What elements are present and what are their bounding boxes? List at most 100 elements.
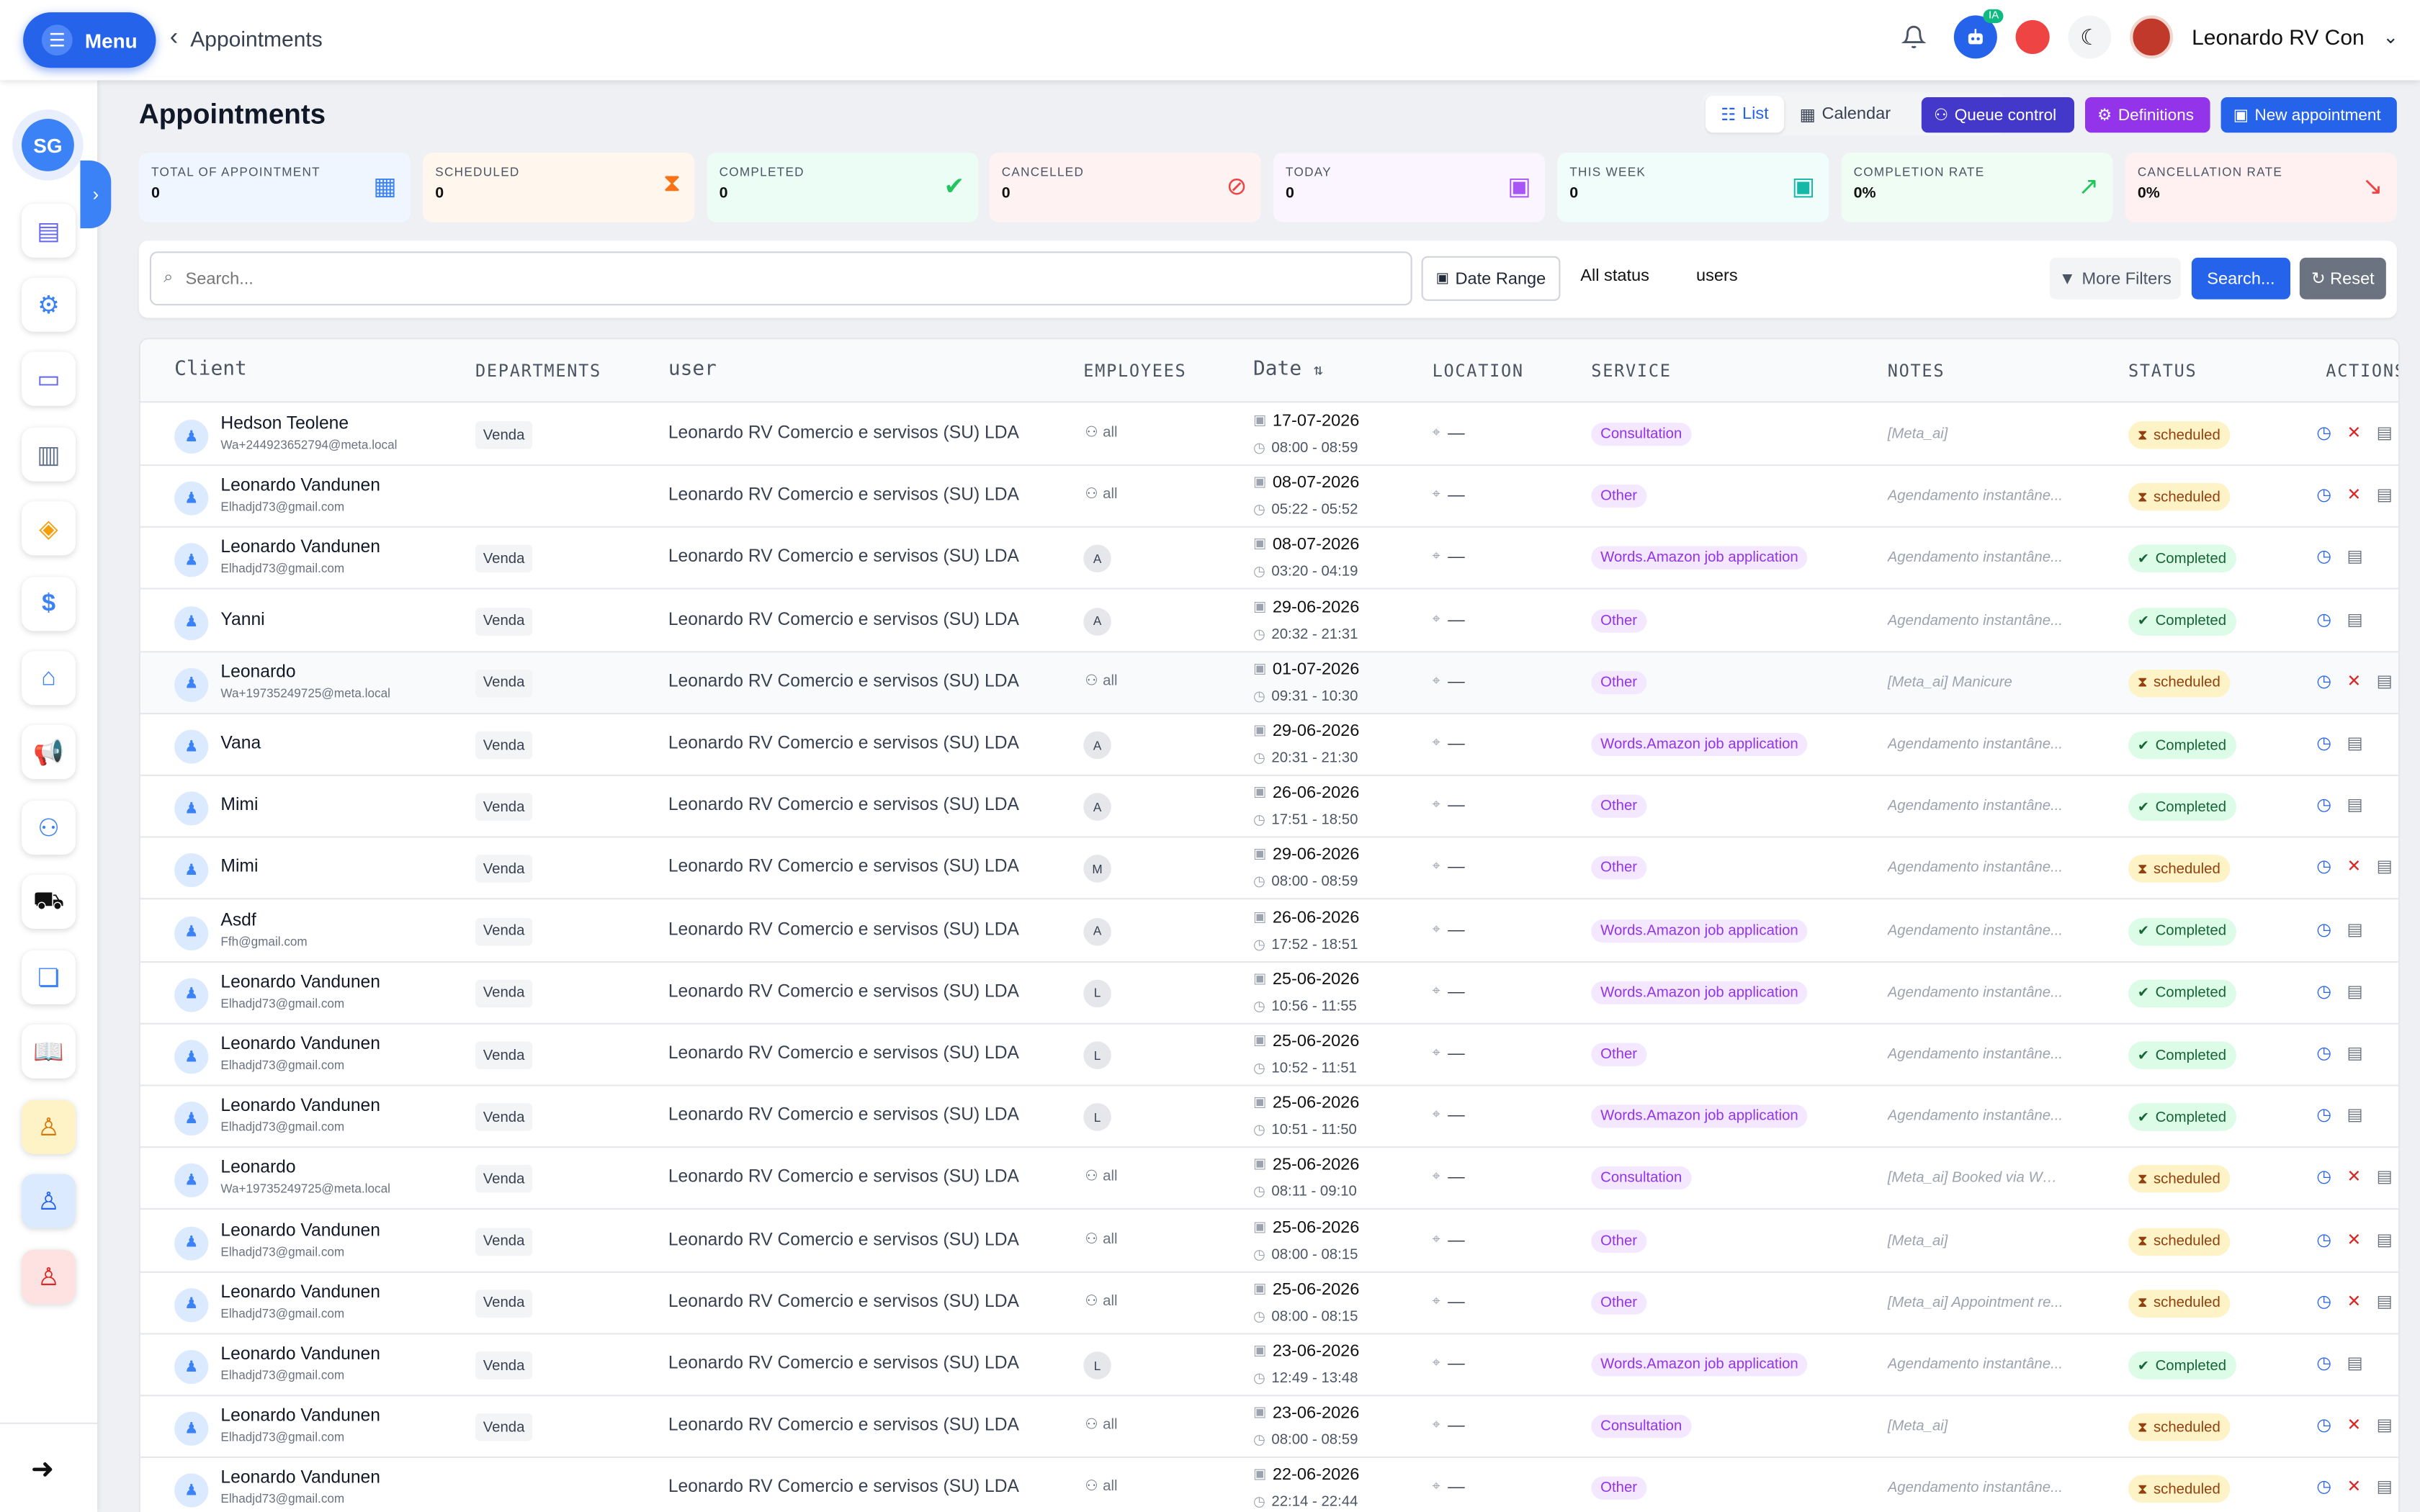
view-icon[interactable]: ◷	[2316, 1353, 2331, 1373]
view-icon[interactable]: ◷	[2316, 857, 2331, 877]
tab-calendar[interactable]: ▦ Calendar	[1784, 96, 1906, 132]
logout-icon[interactable]: ➜	[31, 1454, 54, 1486]
sort-icon[interactable]: ⇅	[1314, 363, 1323, 380]
employee-avatar[interactable]: L	[1083, 979, 1111, 1007]
table-row[interactable]: ♟ Leonardo Wa+19735249725@meta.local Venda L…	[140, 1148, 2398, 1210]
package-icon[interactable]: ◈	[22, 501, 76, 556]
col-status[interactable]: STATUS	[2128, 361, 2197, 381]
client-name[interactable]: Leonardo Vandunen	[220, 477, 380, 496]
document-icon[interactable]: ▤	[2377, 1229, 2393, 1249]
status-select[interactable]: All status	[1580, 267, 1649, 286]
cancel-icon[interactable]: ✕	[2347, 1291, 2361, 1311]
document-icon[interactable]: ▤	[2347, 919, 2362, 939]
client-name[interactable]: Leonardo	[220, 1159, 295, 1178]
employee-avatar[interactable]: A	[1083, 793, 1111, 822]
client-name[interactable]: Mimi	[220, 796, 258, 815]
reset-button[interactable]: ↻ Reset	[2299, 257, 2386, 300]
view-icon[interactable]: ◷	[2316, 671, 2331, 691]
table-row[interactable]: ♟ Hedson Teolene Wa+244923652794@meta.loca…	[140, 404, 2398, 467]
view-icon[interactable]: ◷	[2316, 919, 2331, 939]
view-icon[interactable]: ◷	[2316, 546, 2331, 567]
view-icon[interactable]: ◷	[2316, 1477, 2331, 1498]
document-icon[interactable]: ▤	[2377, 1477, 2393, 1498]
document-icon[interactable]: ▤	[2347, 795, 2362, 815]
ai-bot-icon[interactable]: IA	[1954, 9, 2004, 59]
client-name[interactable]: Leonardo Vandunen	[220, 1035, 380, 1054]
cancel-icon[interactable]: ✕	[2347, 485, 2361, 505]
sidebar-collapse-button[interactable]: ›	[80, 160, 112, 229]
document-icon[interactable]: ▤	[2347, 546, 2362, 567]
table-row[interactable]: ♟ Leonardo Vandunen Elhadjd73@gmail.com Leo…	[140, 1459, 2398, 1512]
document-icon[interactable]: ▤	[2347, 609, 2362, 629]
user-settings-icon[interactable]: ♙	[22, 1174, 76, 1228]
col-user[interactable]: user	[668, 358, 717, 381]
view-icon[interactable]: ◷	[2316, 485, 2331, 505]
truck-icon[interactable]: ⛟	[22, 875, 76, 929]
table-row[interactable]: ♟ Vana Venda Leonardo RV Comercio e serviso…	[140, 714, 2398, 776]
client-name[interactable]: Leonardo Vandunen	[220, 1221, 380, 1240]
cancel-icon[interactable]: ✕	[2347, 857, 2361, 877]
table-row[interactable]: ♟ Leonardo Vandunen Elhadjd73@gmail.com Ven…	[140, 1210, 2398, 1272]
client-name[interactable]: Yanni	[220, 611, 264, 629]
cancel-icon[interactable]: ✕	[2347, 1229, 2361, 1249]
cancel-icon[interactable]: ✕	[2347, 1477, 2361, 1498]
library-icon[interactable]: ▥	[22, 427, 76, 482]
employee-avatar[interactable]: M	[1083, 855, 1111, 883]
view-icon[interactable]: ◷	[2316, 423, 2331, 443]
table-row[interactable]: ♟ Leonardo Vandunen Elhadjd73@gmail.com Ven…	[140, 1086, 2398, 1148]
client-name[interactable]: Leonardo Vandunen	[220, 1283, 380, 1302]
table-row[interactable]: ♟ Asdf Ffh@gmail.com Venda Leonardo RV Comer…	[140, 901, 2398, 963]
client-name[interactable]: Leonardo Vandunen	[220, 1408, 380, 1426]
client-name[interactable]: Leonardo Vandunen	[220, 539, 380, 558]
user-name[interactable]: Leonardo RV Con	[2192, 24, 2365, 49]
window-icon[interactable]: ▭	[22, 351, 76, 406]
col-location[interactable]: LOCATION	[1433, 361, 1524, 381]
table-row[interactable]: ♟ Leonardo Vandunen Elhadjd73@gmail.com Ven…	[140, 963, 2398, 1025]
record-icon[interactable]	[2015, 19, 2050, 55]
employee-avatar[interactable]: A	[1083, 917, 1111, 945]
table-row[interactable]: ♟ Leonardo Vandunen Elhadjd73@gmail.com Ven…	[140, 1335, 2398, 1397]
document-icon[interactable]: ▤	[2377, 1291, 2393, 1311]
document-icon[interactable]: ▤	[2377, 671, 2393, 691]
employee-avatar[interactable]: L	[1083, 1351, 1111, 1380]
table-row[interactable]: ♟ Leonardo Vandunen Elhadjd73@gmail.com Ven…	[140, 1397, 2398, 1459]
view-icon[interactable]: ◷	[2316, 1229, 2331, 1249]
document-icon[interactable]: ▤	[2377, 485, 2393, 505]
cancel-icon[interactable]: ✕	[2347, 1167, 2361, 1187]
view-icon[interactable]: ◷	[2316, 1043, 2331, 1063]
employee-avatar[interactable]: A	[1083, 545, 1111, 573]
table-row[interactable]: ♟ Leonardo Wa+19735249725@meta.local Venda L…	[140, 652, 2398, 714]
cancel-icon[interactable]: ✕	[2347, 1415, 2361, 1436]
new-appointment-button[interactable]: ▣ New appointment	[2220, 97, 2397, 133]
employee-avatar[interactable]: L	[1083, 1041, 1111, 1069]
search-button[interactable]: Search...	[2191, 257, 2290, 300]
dark-mode-icon[interactable]: ☾	[2068, 15, 2112, 59]
avatar[interactable]	[2130, 15, 2174, 59]
client-name[interactable]: Leonardo Vandunen	[220, 1470, 380, 1488]
document-icon[interactable]: ▤	[2347, 1105, 2362, 1125]
view-icon[interactable]: ◷	[2316, 1105, 2331, 1125]
dollar-icon[interactable]: $	[22, 577, 76, 631]
tab-list[interactable]: ☷ List	[1705, 95, 1785, 133]
user-remove-icon[interactable]: ♙	[22, 1249, 76, 1304]
cancel-icon[interactable]: ✕	[2347, 671, 2361, 691]
employee-avatar[interactable]: A	[1083, 731, 1111, 760]
org-avatar[interactable]: SG	[22, 119, 74, 171]
table-row[interactable]: ♟ Leonardo Vandunen Elhadjd73@gmail.com Ven…	[140, 1025, 2398, 1086]
document-icon[interactable]: ▤	[2347, 981, 2362, 1002]
col-service[interactable]: SERVICE	[1591, 361, 1671, 381]
table-row[interactable]: ♟ Leonardo Vandunen Elhadjd73@gmail.com Ven…	[140, 1272, 2398, 1335]
date-range-button[interactable]: ▣ Date Range	[1421, 256, 1561, 301]
bell-icon[interactable]	[1892, 15, 1935, 58]
search-input[interactable]	[185, 269, 1359, 288]
client-name[interactable]: Mimi	[220, 858, 258, 877]
search-box[interactable]: ⌕	[149, 251, 1412, 306]
employee-avatar[interactable]: L	[1083, 1103, 1111, 1132]
document-icon[interactable]: ▤	[2377, 1415, 2393, 1436]
users-select[interactable]: users	[1696, 267, 1738, 286]
col-client[interactable]: Client	[174, 358, 247, 381]
book-icon[interactable]: 📖	[22, 1024, 76, 1079]
chevron-down-icon[interactable]: ⌄	[2383, 26, 2398, 48]
document-icon[interactable]: ▤	[2377, 423, 2393, 443]
cancel-icon[interactable]: ✕	[2347, 423, 2361, 443]
